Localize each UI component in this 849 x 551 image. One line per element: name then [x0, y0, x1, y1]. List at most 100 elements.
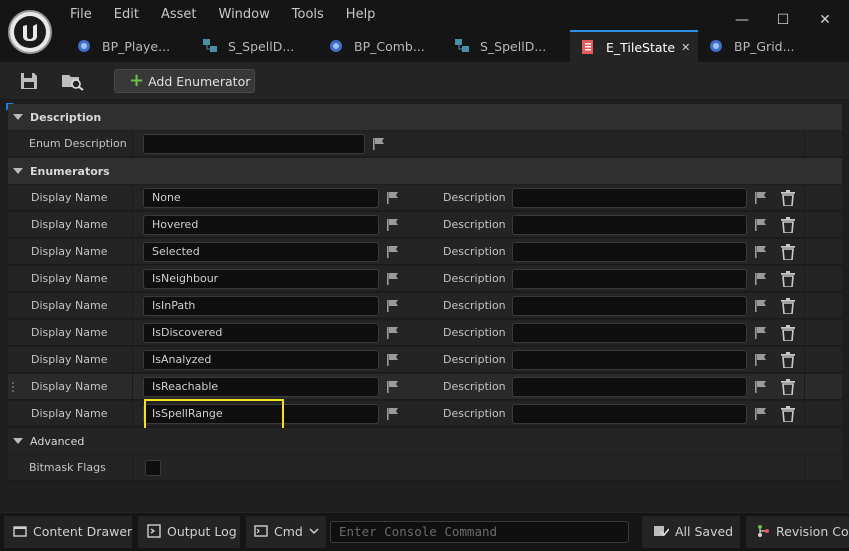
description-input[interactable] — [512, 188, 747, 208]
trash-icon[interactable] — [781, 379, 795, 395]
flag-icon[interactable] — [754, 407, 768, 421]
display-name-input[interactable]: IsInPath — [143, 296, 379, 316]
enum-icon — [582, 40, 593, 54]
description-input[interactable] — [512, 215, 747, 235]
menu-asset[interactable]: Asset — [161, 6, 197, 24]
tab-bp-grid[interactable]: BP_Grid... — [698, 30, 824, 62]
flag-icon[interactable] — [754, 326, 768, 340]
trash-icon[interactable] — [781, 271, 795, 287]
enumerator-row: Display Name IsSpellRange Description — [8, 401, 842, 427]
section-enumerators[interactable]: Enumerators — [8, 158, 842, 184]
content-drawer-icon — [13, 526, 27, 537]
description-input[interactable] — [512, 296, 747, 316]
trash-icon[interactable] — [781, 190, 795, 206]
flag-icon[interactable] — [386, 272, 400, 286]
display-name-input[interactable]: IsReachable — [143, 377, 379, 397]
tab-s-spelld-2[interactable]: S_SpellD... — [444, 30, 570, 62]
flag-icon[interactable] — [386, 407, 400, 421]
description-label: Description — [443, 326, 506, 339]
enumerator-row: Display Name Hovered Description — [8, 212, 842, 238]
description-input[interactable] — [512, 377, 747, 397]
display-name-input[interactable]: None — [143, 188, 379, 208]
trash-icon[interactable] — [781, 244, 795, 260]
enum-description-input[interactable] — [143, 134, 365, 154]
drag-handle-icon[interactable] — [11, 381, 15, 393]
flag-icon[interactable] — [754, 272, 768, 286]
section-title: Description — [30, 110, 102, 124]
display-name-label: Display Name — [31, 272, 108, 285]
flag-icon[interactable] — [386, 326, 400, 340]
all-saved-button[interactable]: All Saved — [653, 521, 733, 541]
struct-icon — [455, 39, 469, 52]
flag-icon[interactable] — [754, 245, 768, 259]
trash-icon[interactable] — [781, 352, 795, 368]
close-tab-icon[interactable]: ✕ — [681, 41, 690, 54]
enumerator-row: Display Name IsNeighbour Description — [8, 266, 842, 292]
display-name-input[interactable]: IsDiscovered — [143, 323, 379, 343]
display-name-input[interactable]: IsNeighbour — [143, 269, 379, 289]
description-label: Description — [443, 380, 506, 393]
flag-icon[interactable] — [386, 191, 400, 205]
console-command-input[interactable]: Enter Console Command — [330, 521, 629, 543]
section-description[interactable]: Description — [8, 104, 842, 130]
flag-icon[interactable] — [754, 380, 768, 394]
tab-e-tilestate[interactable]: E_TileState ✕ — [570, 30, 698, 62]
trash-icon[interactable] — [781, 298, 795, 314]
blueprint-icon — [710, 40, 722, 52]
description-input[interactable] — [512, 242, 747, 262]
trash-icon[interactable] — [781, 325, 795, 341]
tab-label: S_SpellD... — [480, 38, 547, 54]
saved-icon — [654, 526, 669, 537]
output-log-label: Output Log — [167, 523, 237, 539]
blueprint-icon — [78, 40, 90, 52]
enumerator-row: Display Name IsDiscovered Description — [8, 320, 842, 346]
display-name-input[interactable]: IsAnalyzed — [143, 350, 379, 370]
flag-icon[interactable] — [386, 353, 400, 367]
description-input[interactable] — [512, 350, 747, 370]
flag-icon[interactable] — [386, 380, 400, 394]
close-window-button[interactable]: ✕ — [810, 10, 840, 30]
flag-icon[interactable] — [754, 218, 768, 232]
browse-folder-icon[interactable] — [61, 71, 85, 91]
flag-icon[interactable] — [386, 299, 400, 313]
menu-file[interactable]: File — [70, 6, 92, 24]
unreal-logo-icon[interactable] — [8, 10, 52, 54]
menu-window[interactable]: Window — [219, 6, 270, 24]
menu-edit[interactable]: Edit — [114, 6, 139, 24]
enumerator-row: Display Name IsAnalyzed Description — [8, 347, 842, 373]
chevron-down-icon — [309, 528, 319, 535]
save-icon[interactable] — [19, 71, 39, 91]
menu-help[interactable]: Help — [346, 6, 376, 24]
trash-icon[interactable] — [781, 406, 795, 422]
flag-icon[interactable] — [754, 191, 768, 205]
content-drawer-button[interactable]: Content Drawer — [13, 521, 132, 541]
minimize-button[interactable]: — — [727, 10, 757, 30]
revision-control-button[interactable]: Revision Con — [756, 521, 849, 541]
add-enumerator-button[interactable]: + Add Enumerator — [114, 69, 255, 93]
flag-icon[interactable] — [372, 137, 386, 151]
flag-icon[interactable] — [386, 245, 400, 259]
output-log-button[interactable]: Output Log — [147, 521, 237, 541]
tab-bp-player[interactable]: BP_Playe... — [66, 30, 192, 62]
display-name-input[interactable]: Selected — [143, 242, 379, 262]
tab-s-spelld-1[interactable]: S_SpellD... — [192, 30, 318, 62]
section-advanced[interactable]: Advanced — [8, 428, 842, 454]
tab-bp-comb[interactable]: BP_Comb... — [318, 30, 444, 62]
description-input[interactable] — [512, 269, 747, 289]
flag-icon[interactable] — [754, 299, 768, 313]
display-name-input[interactable]: Hovered — [143, 215, 379, 235]
flag-icon[interactable] — [754, 353, 768, 367]
description-input[interactable] — [512, 323, 747, 343]
content-drawer-label: Content Drawer — [33, 523, 133, 539]
flag-icon[interactable] — [386, 218, 400, 232]
display-name-label: Display Name — [31, 299, 108, 312]
menu-tools[interactable]: Tools — [292, 6, 324, 24]
tab-label: BP_Grid... — [734, 38, 795, 54]
maximize-button[interactable]: ☐ — [768, 10, 798, 30]
plus-icon: + — [129, 70, 145, 91]
trash-icon[interactable] — [781, 217, 795, 233]
display-name-input[interactable]: IsSpellRange — [143, 404, 379, 424]
bitmask-flags-checkbox[interactable] — [145, 460, 161, 476]
description-input[interactable] — [512, 404, 747, 424]
cmd-dropdown[interactable]: Cmd — [254, 521, 319, 541]
